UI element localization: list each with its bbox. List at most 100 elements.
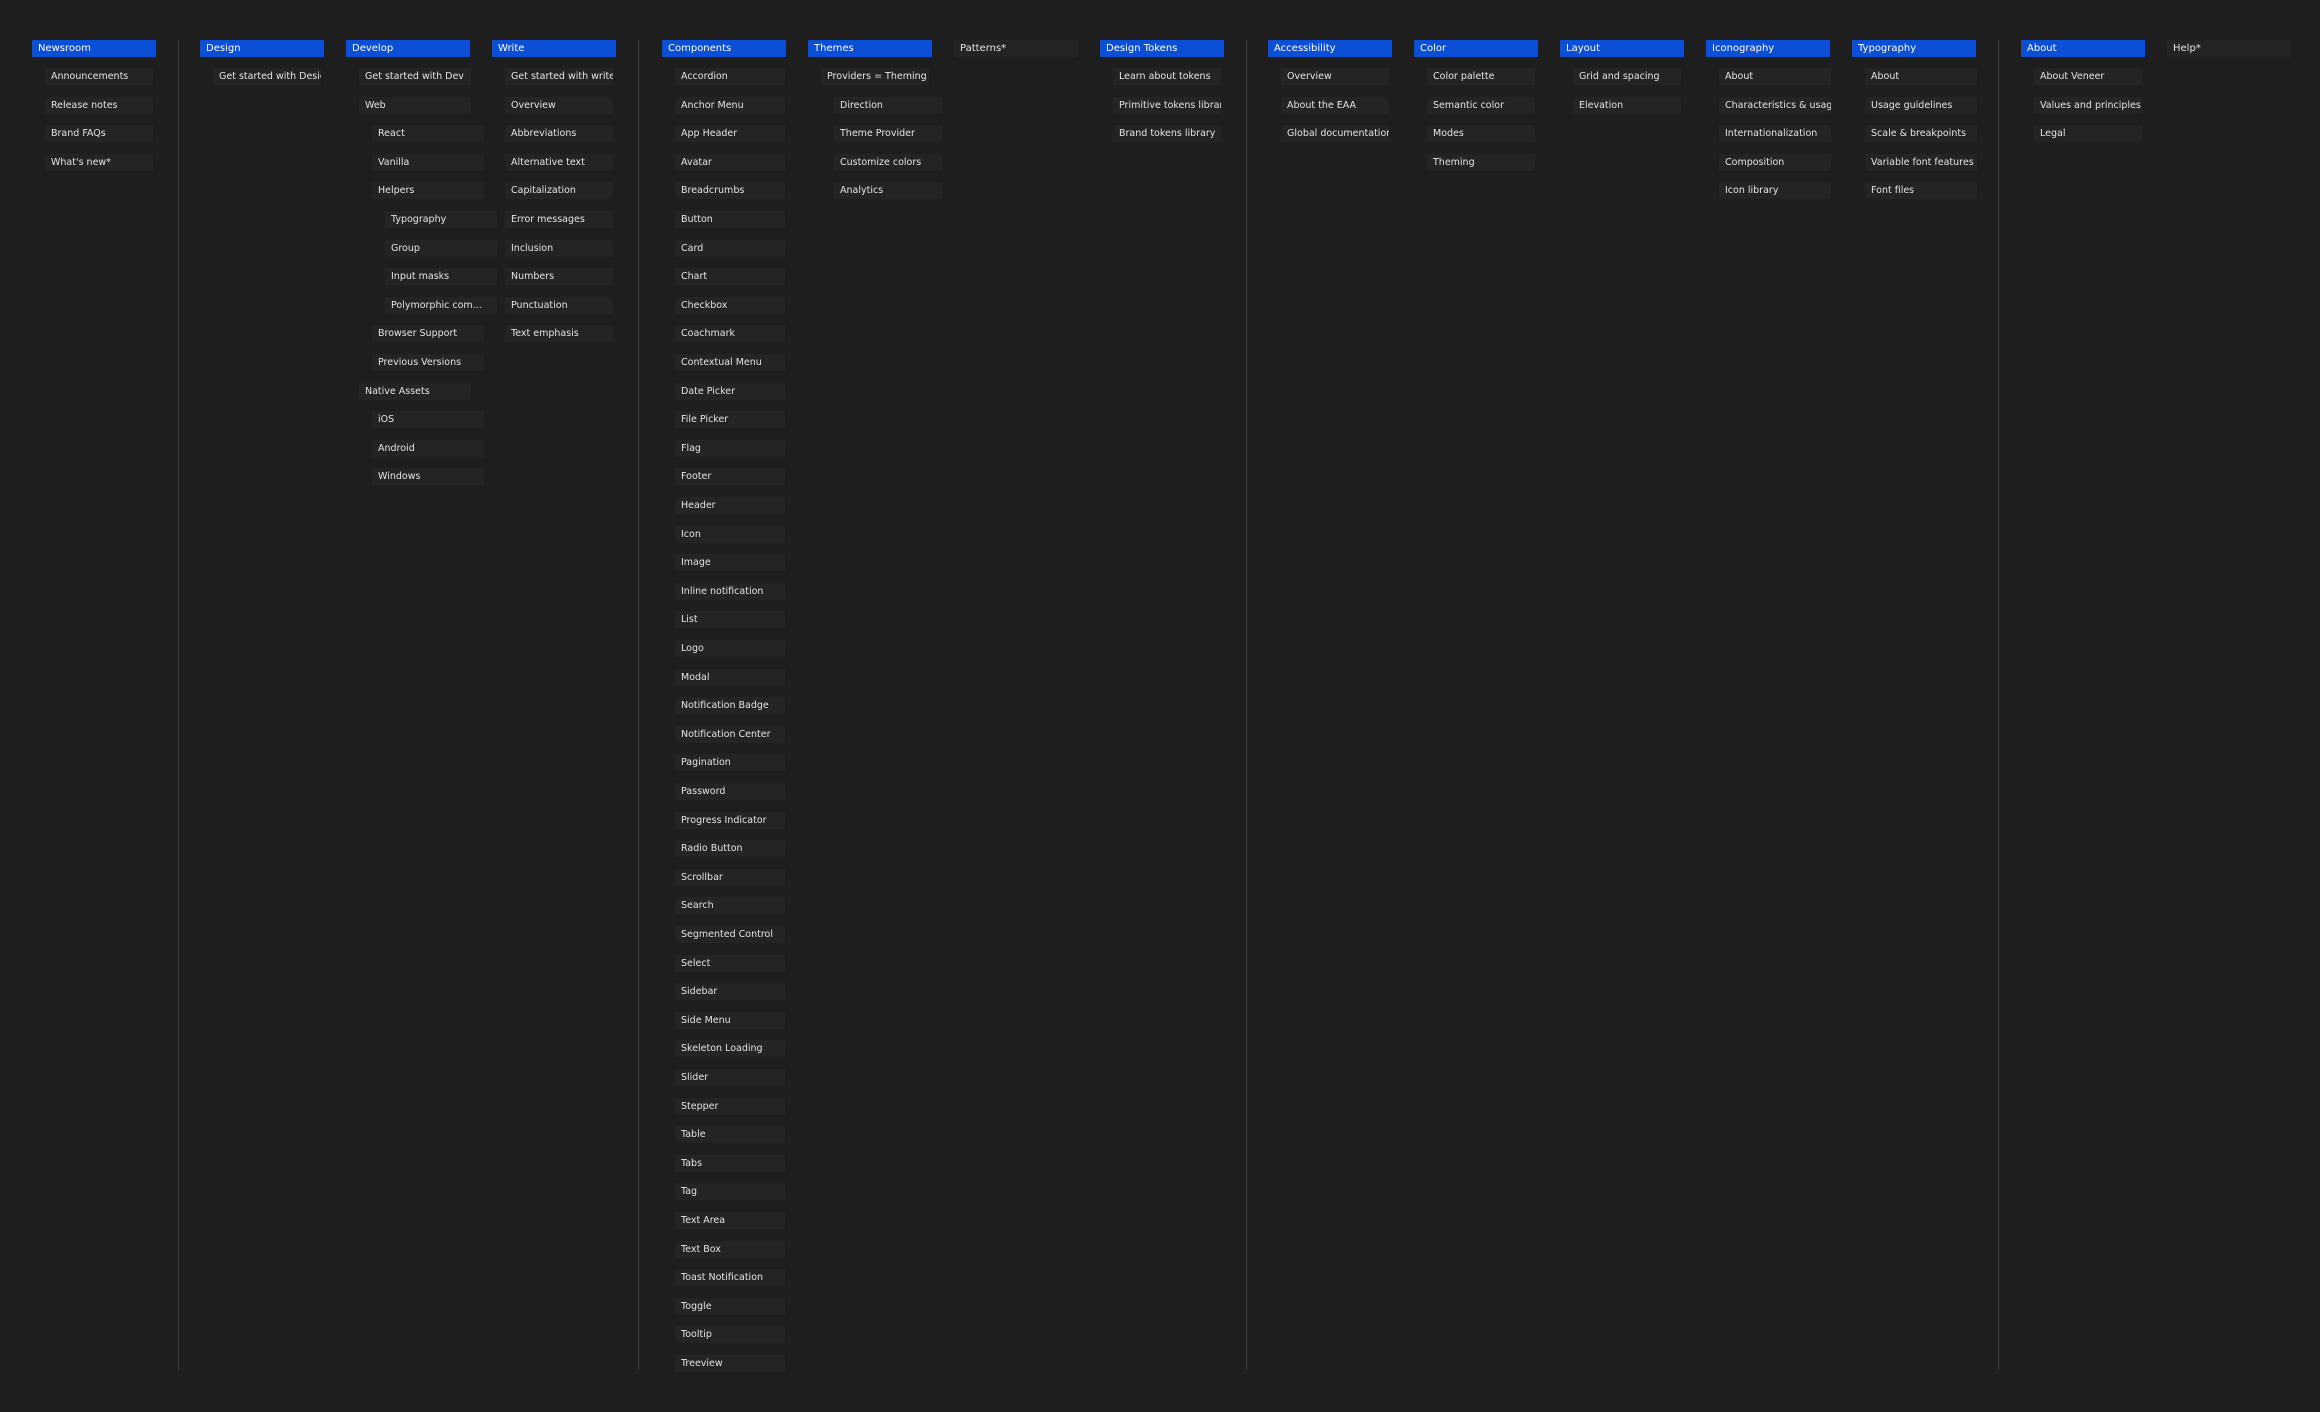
section-header-about[interactable]: About	[2021, 40, 2145, 57]
sitemap-node-components-37[interactable]: Table	[675, 1126, 785, 1143]
sitemap-node-components-20[interactable]: Logo	[675, 640, 785, 657]
sitemap-node-components-42[interactable]: Toast Notification	[675, 1269, 785, 1286]
sitemap-node-develop-0[interactable]: Get started with Dev	[359, 68, 471, 85]
sitemap-node-components-1[interactable]: Anchor Menu	[675, 97, 785, 114]
sitemap-node-components-7[interactable]: Chart	[675, 268, 785, 285]
sitemap-node-write-6[interactable]: Inclusion	[505, 240, 613, 257]
sitemap-node-iconography-4[interactable]: Icon library	[1719, 182, 1831, 199]
sitemap-node-color-0[interactable]: Color palette	[1427, 68, 1535, 85]
sitemap-node-typography-4[interactable]: Font files	[1865, 182, 1977, 199]
section-header-design[interactable]: Design	[200, 40, 324, 57]
sitemap-node-develop-14[interactable]: Windows	[372, 468, 484, 485]
sitemap-node-components-25[interactable]: Password	[675, 783, 785, 800]
sitemap-node-write-8[interactable]: Punctuation	[505, 297, 613, 314]
sitemap-node-components-13[interactable]: Flag	[675, 440, 785, 457]
sitemap-node-iconography-1[interactable]: Characteristics & usage	[1719, 97, 1831, 114]
sitemap-node-components-45[interactable]: Treeview	[675, 1355, 785, 1372]
sitemap-node-components-36[interactable]: Stepper	[675, 1098, 785, 1115]
sitemap-node-develop-8[interactable]: Polymorphic com...	[385, 297, 497, 314]
sitemap-node-develop-2[interactable]: React	[372, 125, 484, 142]
sitemap-node-write-7[interactable]: Numbers	[505, 268, 613, 285]
sitemap-node-components-2[interactable]: App Header	[675, 125, 785, 142]
sitemap-node-about-2[interactable]: Legal	[2034, 125, 2142, 142]
sitemap-node-components-23[interactable]: Notification Center	[675, 726, 785, 743]
sitemap-node-themes-1[interactable]: Direction	[834, 97, 942, 114]
sitemap-node-components-9[interactable]: Coachmark	[675, 325, 785, 342]
sitemap-node-themes-0[interactable]: Providers = Theming	[821, 68, 929, 85]
sitemap-node-develop-4[interactable]: Helpers	[372, 182, 484, 199]
sitemap-node-components-4[interactable]: Breadcrumbs	[675, 182, 785, 199]
section-header-color[interactable]: Color	[1414, 40, 1538, 57]
sitemap-node-design-0[interactable]: Get started with Design	[213, 68, 321, 85]
sitemap-node-components-14[interactable]: Footer	[675, 468, 785, 485]
sitemap-node-components-18[interactable]: Inline notification	[675, 583, 785, 600]
sitemap-node-components-19[interactable]: List	[675, 611, 785, 628]
sitemap-node-iconography-0[interactable]: About	[1719, 68, 1831, 85]
sitemap-node-color-1[interactable]: Semantic color	[1427, 97, 1535, 114]
sitemap-node-develop-6[interactable]: Group	[385, 240, 497, 257]
sitemap-node-components-11[interactable]: Date Picker	[675, 383, 785, 400]
sitemap-node-components-16[interactable]: Icon	[675, 526, 785, 543]
sitemap-node-newsroom-1[interactable]: Release notes	[45, 97, 153, 114]
sitemap-node-components-33[interactable]: Side Menu	[675, 1012, 785, 1029]
sitemap-node-develop-10[interactable]: Previous Versions	[372, 354, 484, 371]
sitemap-node-components-0[interactable]: Accordion	[675, 68, 785, 85]
sitemap-node-color-2[interactable]: Modes	[1427, 125, 1535, 142]
sitemap-node-develop-13[interactable]: Android	[372, 440, 484, 457]
sitemap-node-components-29[interactable]: Search	[675, 897, 785, 914]
sitemap-node-accessibility-2[interactable]: Global documentation*	[1281, 125, 1389, 142]
sitemap-node-components-40[interactable]: Text Area	[675, 1212, 785, 1229]
sitemap-node-about-1[interactable]: Values and principles	[2034, 97, 2142, 114]
sitemap-node-color-3[interactable]: Theming	[1427, 154, 1535, 171]
sitemap-node-layout-0[interactable]: Grid and spacing	[1573, 68, 1681, 85]
sitemap-node-write-2[interactable]: Abbreviations	[505, 125, 613, 142]
sitemap-node-iconography-3[interactable]: Composition	[1719, 154, 1831, 171]
sitemap-node-write-4[interactable]: Capitalization	[505, 182, 613, 199]
sitemap-node-components-3[interactable]: Avatar	[675, 154, 785, 171]
sitemap-node-components-31[interactable]: Select	[675, 955, 785, 972]
sitemap-node-iconography-2[interactable]: Internationalization	[1719, 125, 1831, 142]
section-header-layout[interactable]: Layout	[1560, 40, 1684, 57]
section-header-components[interactable]: Components	[662, 40, 786, 57]
section-header-newsroom[interactable]: Newsroom	[32, 40, 156, 57]
sitemap-node-write-1[interactable]: Overview	[505, 97, 613, 114]
sitemap-node-newsroom-3[interactable]: What's new*	[45, 154, 153, 171]
sitemap-node-components-24[interactable]: Pagination	[675, 754, 785, 771]
sitemap-node-newsroom-0[interactable]: Announcements	[45, 68, 153, 85]
section-header-help[interactable]: Help*	[2167, 40, 2291, 57]
sitemap-node-develop-9[interactable]: Browser Support	[372, 325, 484, 342]
section-header-design-tokens[interactable]: Design Tokens	[1100, 40, 1224, 57]
sitemap-node-design-tokens-1[interactable]: Primitive tokens library	[1113, 97, 1221, 114]
sitemap-node-about-0[interactable]: About Veneer	[2034, 68, 2142, 85]
sitemap-node-write-9[interactable]: Text emphasis	[505, 325, 613, 342]
sitemap-node-components-30[interactable]: Segmented Control	[675, 926, 785, 943]
sitemap-node-components-35[interactable]: Slider	[675, 1069, 785, 1086]
sitemap-node-write-5[interactable]: Error messages	[505, 211, 613, 228]
sitemap-node-components-38[interactable]: Tabs	[675, 1155, 785, 1172]
sitemap-node-develop-7[interactable]: Input masks	[385, 268, 497, 285]
sitemap-node-components-15[interactable]: Header	[675, 497, 785, 514]
sitemap-node-layout-1[interactable]: Elevation	[1573, 97, 1681, 114]
sitemap-node-components-27[interactable]: Radio Button	[675, 840, 785, 857]
sitemap-node-components-8[interactable]: Checkbox	[675, 297, 785, 314]
sitemap-node-components-6[interactable]: Card	[675, 240, 785, 257]
sitemap-node-components-21[interactable]: Modal	[675, 669, 785, 686]
sitemap-node-components-26[interactable]: Progress Indicator	[675, 812, 785, 829]
sitemap-node-components-44[interactable]: Tooltip	[675, 1326, 785, 1343]
sitemap-node-components-34[interactable]: Skeleton Loading	[675, 1040, 785, 1057]
sitemap-node-components-10[interactable]: Contextual Menu	[675, 354, 785, 371]
sitemap-node-components-28[interactable]: Scrollbar	[675, 869, 785, 886]
sitemap-node-themes-3[interactable]: Customize colors	[834, 154, 942, 171]
sitemap-node-write-0[interactable]: Get started with write	[505, 68, 613, 85]
sitemap-node-components-39[interactable]: Tag	[675, 1183, 785, 1200]
sitemap-node-themes-2[interactable]: Theme Provider	[834, 125, 942, 142]
sitemap-node-typography-2[interactable]: Scale & breakpoints	[1865, 125, 1977, 142]
sitemap-node-themes-4[interactable]: Analytics	[834, 182, 942, 199]
sitemap-node-develop-11[interactable]: Native Assets	[359, 383, 471, 400]
sitemap-node-components-12[interactable]: File Picker	[675, 411, 785, 428]
sitemap-node-accessibility-1[interactable]: About the EAA	[1281, 97, 1389, 114]
sitemap-node-develop-12[interactable]: iOS	[372, 411, 484, 428]
section-header-iconography[interactable]: Iconography	[1706, 40, 1830, 57]
sitemap-node-write-3[interactable]: Alternative text	[505, 154, 613, 171]
sitemap-node-components-17[interactable]: Image	[675, 554, 785, 571]
